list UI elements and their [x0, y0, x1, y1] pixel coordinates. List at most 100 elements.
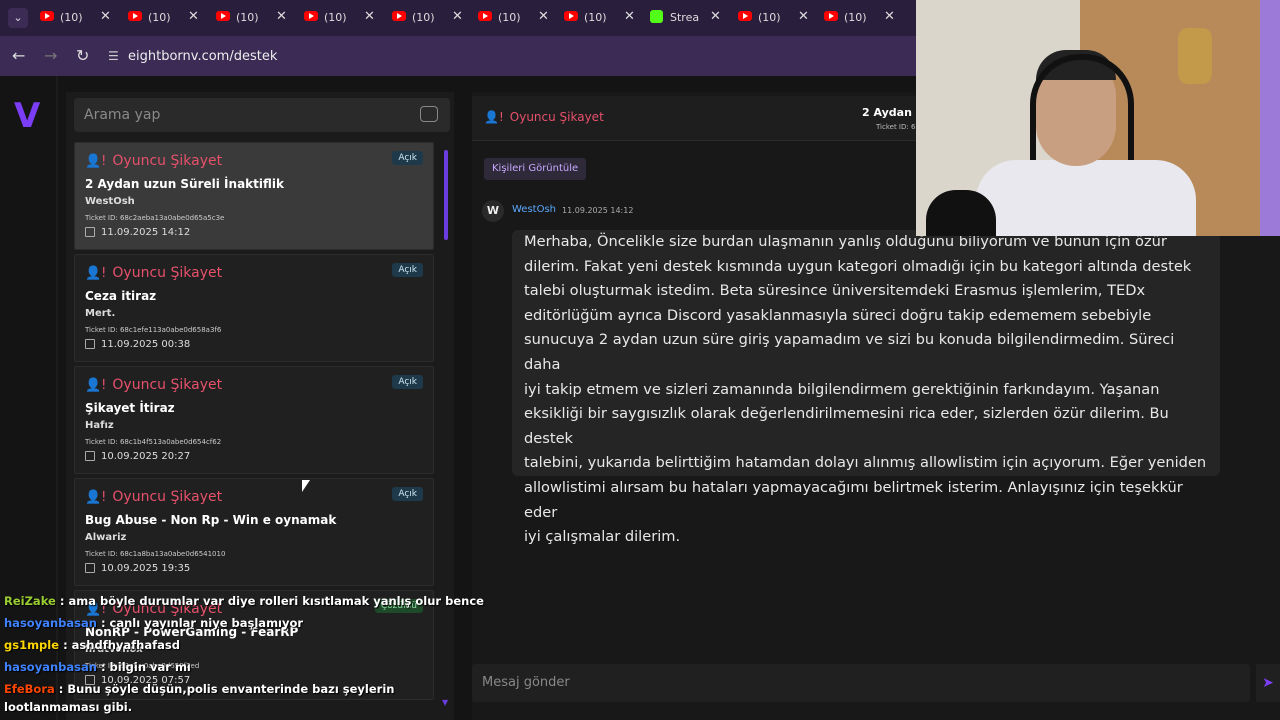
close-icon[interactable]: ✕	[100, 9, 111, 24]
ticket-category: 👤! Oyuncu Şikayet	[85, 377, 223, 393]
ticket-author: Hafız	[85, 420, 114, 431]
webcam-headphones	[1030, 54, 1134, 160]
ticket-subject: Şikayet İtiraz	[85, 401, 175, 415]
kick-icon	[650, 10, 663, 23]
message-author[interactable]: WestOsh	[512, 204, 556, 215]
chat-header-title: 2 Aydan u	[862, 106, 924, 119]
ticket-author: Alwariz	[85, 532, 127, 543]
message-line: editörlüğüm ayrıca Discord yasaklanmasıy…	[524, 306, 1152, 324]
youtube-icon	[478, 11, 492, 21]
scroll-down-arrow-icon[interactable]: ▼	[442, 698, 448, 707]
ticket-subject: Bug Abuse - Non Rp - Win e oynamak	[85, 513, 337, 527]
message-line: talebini, yukarıda belirttiğim hatamdan …	[524, 454, 1207, 472]
stream-chat-message: gs1mple : ashdfhyafhafasd	[4, 638, 180, 652]
browser-tab[interactable]: (10) ✕	[124, 6, 204, 30]
site-settings-icon[interactable]: ☰	[108, 44, 120, 68]
ticket-card[interactable]: 👤! Oyuncu Şikayet Bug Abuse - Non Rp - Wi…	[74, 478, 434, 586]
ticket-category: 👤! Oyuncu Şikayet	[85, 265, 223, 281]
message-line: allowlistimi alırsam bu hataları yapmaya…	[524, 478, 1183, 521]
stream-chat-message: hasoyanbasan : canlı yayınlar niye başla…	[4, 616, 304, 630]
browser-tab[interactable]: Strea ✕	[646, 6, 726, 30]
browser-tab[interactable]: (10) ✕	[388, 6, 468, 30]
user-alert-icon: 👤!	[85, 154, 107, 169]
youtube-icon	[128, 11, 142, 21]
forward-arrow-icon[interactable]: →	[44, 46, 57, 65]
chat-header-ticket-id: Ticket ID: 6	[876, 123, 916, 131]
youtube-icon	[824, 11, 838, 21]
stream-chat-message: EfeBora : Bunu şöyle düşün,polis envante…	[4, 682, 395, 696]
ticket-card[interactable]: 👤! Oyuncu Şikayet 2 Aydan uzun Süreli İna…	[74, 142, 434, 250]
search-input[interactable]: Arama yap	[74, 98, 450, 132]
user-alert-icon: 👤!	[85, 378, 107, 393]
close-icon[interactable]: ✕	[452, 9, 463, 24]
calendar-icon	[85, 563, 95, 573]
browser-tab[interactable]: (10) ✕	[474, 6, 554, 30]
message-line: eksikliği bir saygısızlık olarak değerle…	[524, 405, 1169, 447]
ticket-card[interactable]: 👤! Oyuncu Şikayet Şikayet İtiraz Hafız Ti…	[74, 366, 434, 474]
status-badge: Açık	[392, 151, 423, 165]
calendar-icon	[85, 339, 95, 349]
ticket-category: 👤! Oyuncu Şikayet	[85, 153, 223, 169]
browser-tab[interactable]: (10) ✕	[560, 6, 640, 30]
ticket-id: Ticket ID: 68c1b4f513a0abe0d654cf62	[85, 438, 222, 446]
message-time: 11.09.2025 14:12	[562, 206, 634, 215]
message-line: dilerim. Fakat yeni destek kısmında uygu…	[524, 257, 1192, 275]
stream-chat-message: ReiZake : ama böyle durumlar var diye ro…	[4, 594, 484, 608]
close-icon[interactable]: ✕	[276, 9, 287, 24]
youtube-icon	[392, 11, 406, 21]
status-badge: Açık	[392, 375, 423, 389]
reload-icon[interactable]: ↻	[76, 46, 89, 65]
message-line: iyi çalışmalar dilerim.	[524, 528, 681, 546]
back-arrow-icon[interactable]: ←	[12, 46, 25, 65]
ticket-date: 10.09.2025 20:27	[85, 451, 190, 462]
message-line: iyi takip etmem ve sizleri zamanında bil…	[524, 380, 1160, 398]
message-line: sunucuya 2 aydan uzun süre giriş yapamad…	[524, 331, 1175, 373]
browser-tab[interactable]: (10) ✕	[36, 6, 116, 30]
webcam-light	[1260, 0, 1280, 236]
message-bubble: Merhaba, Öncelikle size burdan ulaşmanın…	[512, 230, 1220, 545]
close-icon[interactable]: ✕	[710, 9, 721, 24]
filter-icon[interactable]	[420, 106, 438, 122]
ticket-id: Ticket ID: 68c2aeba13a0abe0d65a5c3e	[85, 214, 225, 222]
ticket-list-scrollbar[interactable]	[444, 150, 448, 240]
webcam-person-body	[976, 160, 1196, 236]
ticket-card[interactable]: 👤! Oyuncu Şikayet Ceza itiraz Mert. Ticke…	[74, 254, 434, 362]
brand-logo[interactable]: V	[14, 96, 40, 136]
stream-chat-message: hasoyanbasan : bilgin var mı	[4, 660, 191, 674]
youtube-icon	[738, 11, 752, 21]
browser-tab[interactable]: (10) ✕	[300, 6, 380, 30]
webcam-overlay	[916, 0, 1280, 236]
send-icon[interactable]: ➤	[1256, 664, 1280, 702]
url-field[interactable]: ☰ eightbornv.com/destek	[108, 44, 277, 68]
browser-tab[interactable]: (10) ✕	[734, 6, 814, 30]
status-badge: Açık	[392, 263, 423, 277]
youtube-icon	[564, 11, 578, 21]
message-input[interactable]: Mesaj gönder	[472, 664, 1250, 702]
close-icon[interactable]: ✕	[798, 9, 809, 24]
close-icon[interactable]: ✕	[624, 9, 635, 24]
user-alert-icon: 👤!	[484, 110, 504, 124]
ticket-date: 11.09.2025 14:12	[85, 227, 190, 238]
avatar[interactable]: W	[482, 200, 504, 222]
stream-chat-message: lootlanmaması gibi.	[4, 700, 133, 714]
stream-chat-overlay: ReiZake : ama böyle durumlar var diye ro…	[4, 594, 484, 720]
ticket-date: 11.09.2025 00:38	[85, 339, 190, 350]
message-input-placeholder: Mesaj gönder	[482, 675, 570, 690]
close-icon[interactable]: ✕	[364, 9, 375, 24]
ticket-subject: 2 Aydan uzun Süreli İnaktiflik	[85, 177, 284, 191]
ticket-author: Mert.	[85, 308, 116, 319]
close-icon[interactable]: ✕	[538, 9, 549, 24]
user-alert-icon: 👤!	[85, 490, 107, 505]
ticket-category: 👤! Oyuncu Şikayet	[85, 489, 223, 505]
calendar-icon	[85, 227, 95, 237]
browser-tab[interactable]: (10) ✕	[212, 6, 292, 30]
browser-tab[interactable]: (10) ✕	[820, 6, 900, 30]
close-icon[interactable]: ✕	[884, 9, 895, 24]
view-people-button[interactable]: Kişileri Görüntüle	[484, 158, 587, 180]
calendar-icon	[85, 451, 95, 461]
ticket-date: 10.09.2025 19:35	[85, 563, 190, 574]
close-icon[interactable]: ✕	[188, 9, 199, 24]
tab-search-chevron-icon[interactable]: ⌄	[8, 8, 28, 28]
youtube-icon	[40, 11, 54, 21]
youtube-icon	[216, 11, 230, 21]
